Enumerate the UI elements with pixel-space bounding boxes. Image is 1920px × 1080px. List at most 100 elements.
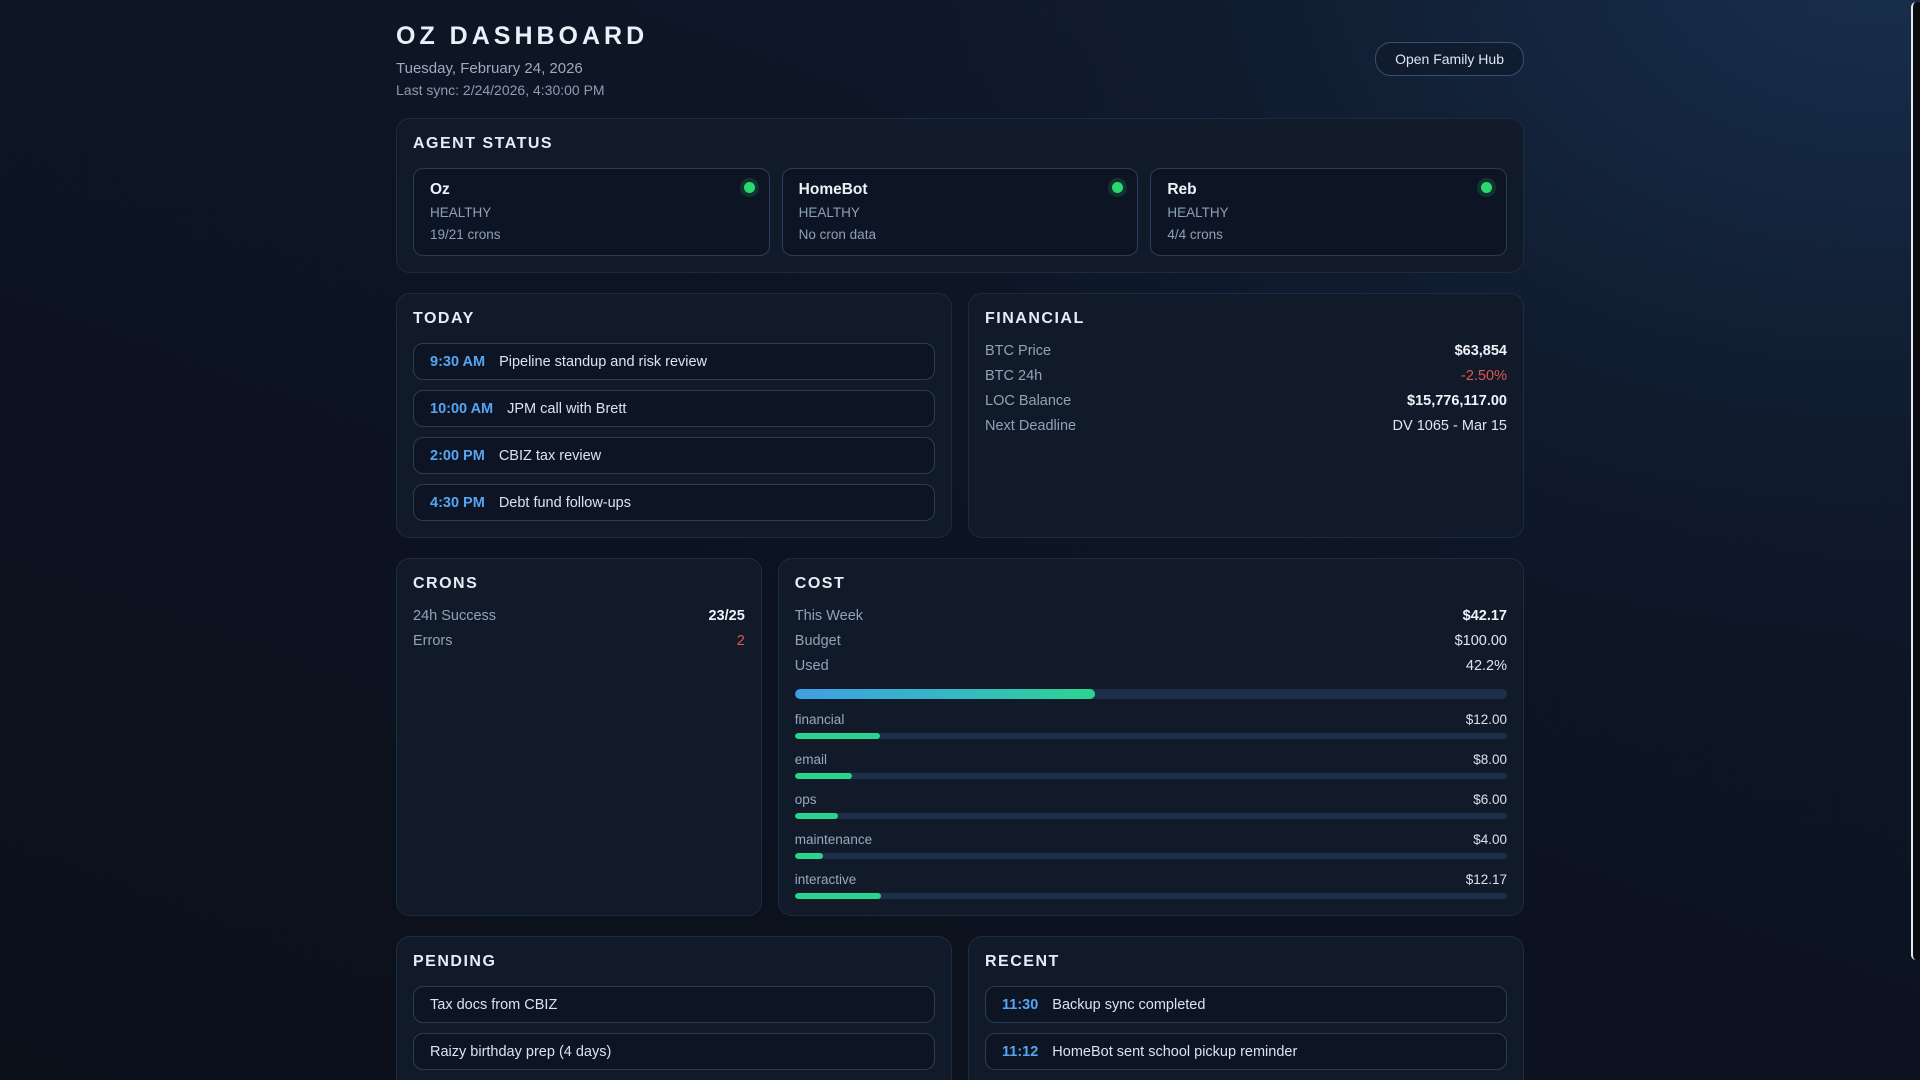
healthy-status-dot-icon <box>1112 182 1124 193</box>
scrollbar-thumb[interactable] <box>1911 2 1920 960</box>
kv-label: 24h Success <box>413 608 497 625</box>
recent-item: 11:30 Backup sync completed <box>985 986 1507 1024</box>
schedule-item: 2:00 PM CBIZ tax review <box>413 437 935 475</box>
cost-category-interactive: interactive $12.17 <box>794 872 1507 900</box>
cost-category-financial: financial $12.00 <box>794 712 1507 740</box>
category-bar-track <box>794 733 1507 740</box>
event-time: 10:00 AM <box>430 400 494 417</box>
category-value: $4.00 <box>1473 832 1507 848</box>
cost-category-email: email $8.00 <box>794 752 1507 780</box>
category-bar-track <box>794 893 1507 900</box>
today-title: TODAY <box>413 310 475 328</box>
crons-panel: CRONS 24h Success 23/25 Errors 2 <box>396 558 762 917</box>
agent-name: HomeBot <box>798 181 868 198</box>
category-bar-fill <box>794 893 882 900</box>
category-value: $12.00 <box>1465 712 1507 728</box>
crons-row-errors: Errors 2 <box>413 633 745 649</box>
last-sync-text: Last sync: 2/24/2026, 4:30:00 PM <box>396 82 605 98</box>
event-text: HomeBot sent school pickup reminder <box>1052 1043 1298 1060</box>
event-text: JPM call with Brett <box>507 400 627 417</box>
pending-text: Raizy birthday prep (4 days) <box>430 1043 612 1060</box>
pending-text: Tax docs from CBIZ <box>430 996 558 1013</box>
agent-status-panel: AGENT STATUS Oz HEALTHY 19/21 crons Home… <box>396 118 1524 274</box>
kv-value: $42.17 <box>1462 608 1507 625</box>
category-bar-track <box>794 773 1507 780</box>
agent-card-homebot: HomeBot HEALTHY No cron data <box>781 168 1139 257</box>
event-text: Pipeline standup and risk review <box>499 353 708 370</box>
category-label: ops <box>794 792 817 808</box>
page-title: OZ DASHBOARD <box>396 22 649 50</box>
header-date: Tuesday, February 24, 2026 <box>396 60 583 77</box>
kv-value: $15,776,117.00 <box>1407 393 1507 410</box>
category-bar-fill <box>794 813 838 820</box>
category-bar-fill <box>794 853 824 860</box>
recent-panel: RECENT 11:30 Backup sync completed 11:12… <box>968 936 1524 1080</box>
agent-card-oz: Oz HEALTHY 19/21 crons <box>413 168 770 257</box>
cost-row-used: Used 42.2% <box>795 658 1507 674</box>
agent-name: Reb <box>1167 181 1197 198</box>
cost-row-budget: Budget $100.00 <box>795 633 1507 649</box>
pending-title: PENDING <box>413 953 497 971</box>
kv-value: $100.00 <box>1454 633 1507 650</box>
financial-row-loc-balance: LOC Balance $15,776,117.00 <box>985 393 1507 409</box>
financial-title: FINANCIAL <box>985 310 1085 328</box>
pending-item: Raizy birthday prep (4 days) <box>413 1033 935 1071</box>
financial-panel: FINANCIAL BTC Price $63,854 BTC 24h -2.5… <box>968 293 1524 539</box>
kv-value: -2.50% <box>1461 368 1507 385</box>
financial-row-next-deadline: Next Deadline DV 1065 - Mar 15 <box>985 418 1507 434</box>
category-value: $12.17 <box>1465 872 1507 888</box>
pending-recent-row: PENDING Tax docs from CBIZ Raizy birthda… <box>396 936 1524 1080</box>
category-label: financial <box>794 712 845 728</box>
cost-title: COST <box>794 575 846 593</box>
pending-item: Tax docs from CBIZ <box>413 986 935 1024</box>
agent-health-status: HEALTHY <box>798 205 860 221</box>
category-label: email <box>794 752 828 768</box>
event-text: Backup sync completed <box>1052 996 1206 1013</box>
category-value: $8.00 <box>1473 752 1507 768</box>
agent-health-status: HEALTHY <box>1167 205 1229 221</box>
pending-panel: PENDING Tax docs from CBIZ Raizy birthda… <box>396 936 952 1080</box>
event-text: CBIZ tax review <box>498 447 602 464</box>
today-financial-row: TODAY 9:30 AM Pipeline standup and risk … <box>396 293 1524 539</box>
category-bar-fill <box>794 773 852 780</box>
event-time: 9:30 AM <box>430 353 486 370</box>
kv-label: Errors <box>413 633 453 650</box>
crons-title: CRONS <box>413 575 479 593</box>
cost-row-this-week: This Week $42.17 <box>795 608 1507 624</box>
kv-value: 2 <box>736 633 745 650</box>
budget-progress-track <box>794 689 1507 700</box>
category-bar-fill <box>794 733 881 740</box>
cost-category-ops: ops $6.00 <box>794 792 1507 820</box>
kv-label: Next Deadline <box>985 418 1077 435</box>
event-time: 11:12 <box>1002 1043 1039 1060</box>
financial-row-btc-24h: BTC 24h -2.50% <box>985 368 1507 384</box>
agent-health-status: HEALTHY <box>430 205 492 221</box>
healthy-status-dot-icon <box>1480 182 1492 193</box>
kv-label: Used <box>794 658 829 675</box>
recent-item: 11:12 HomeBot sent school pickup reminde… <box>985 1033 1507 1071</box>
kv-label: BTC 24h <box>985 368 1043 385</box>
agent-status-title: AGENT STATUS <box>413 135 554 152</box>
kv-value: 23/25 <box>708 608 745 625</box>
agent-cron-detail: 19/21 crons <box>430 226 501 242</box>
today-panel: TODAY 9:30 AM Pipeline standup and risk … <box>396 293 952 539</box>
category-bar-track <box>794 853 1507 860</box>
cost-category-maintenance: maintenance $4.00 <box>794 832 1507 860</box>
healthy-status-dot-icon <box>743 182 755 193</box>
schedule-item: 9:30 AM Pipeline standup and risk review <box>413 343 935 381</box>
event-time: 11:30 <box>1002 996 1039 1013</box>
open-family-hub-button[interactable]: Open Family Hub <box>1375 42 1524 76</box>
kv-label: LOC Balance <box>985 393 1072 410</box>
category-value: $6.00 <box>1473 792 1507 808</box>
header-left: OZ DASHBOARD Tuesday, February 24, 2026 … <box>396 22 648 98</box>
agent-card-reb: Reb HEALTHY 4/4 crons <box>1150 168 1507 257</box>
schedule-item: 4:30 PM Debt fund follow-ups <box>413 484 935 522</box>
cost-panel: COST This Week $42.17 Budget $100.00 Use… <box>777 558 1524 917</box>
category-label: maintenance <box>794 832 873 848</box>
header: OZ DASHBOARD Tuesday, February 24, 2026 … <box>396 22 1524 98</box>
event-time: 4:30 PM <box>430 494 485 511</box>
agent-cron-detail: 4/4 crons <box>1167 226 1223 242</box>
recent-title: RECENT <box>985 953 1060 971</box>
kv-label: This Week <box>794 608 864 625</box>
kv-value: DV 1065 - Mar 15 <box>1392 418 1507 435</box>
